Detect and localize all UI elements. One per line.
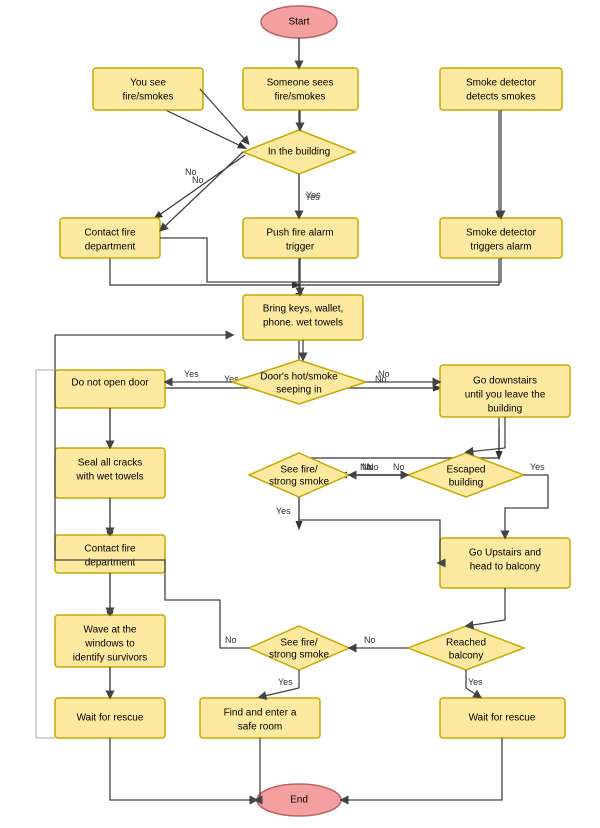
svg-text:windows to: windows to xyxy=(84,639,135,650)
do-not-open-label: Do not open door xyxy=(71,378,149,389)
see-fire2-label: See fire/ xyxy=(280,638,317,649)
svg-text:Yes: Yes xyxy=(278,677,293,687)
go-upstairs-label: Go Upstairs and xyxy=(469,548,541,559)
svg-text:trigger: trigger xyxy=(286,242,315,253)
svg-text:triggers alarm: triggers alarm xyxy=(470,242,531,253)
svg-text:detects smokes: detects smokes xyxy=(466,92,535,103)
svg-text:department: department xyxy=(85,558,136,569)
svg-text:balcony: balcony xyxy=(449,651,483,662)
someone-sees-label: Someone sees xyxy=(267,78,334,89)
wait-rescue2-label: Wait for rescue xyxy=(469,713,536,724)
svg-text:strong smoke: strong smoke xyxy=(269,477,329,488)
svg-text:Yes: Yes xyxy=(305,192,320,202)
svg-text:No: No xyxy=(225,635,237,645)
find-safe-label: Find and enter a xyxy=(224,708,297,719)
svg-text:No: No xyxy=(360,462,372,472)
contact-fd1-label: Contact fire xyxy=(84,228,136,239)
svg-text:strong smoke: strong smoke xyxy=(269,650,329,661)
reached-balcony-label: Reached xyxy=(446,638,486,649)
svg-text:seeping in: seeping in xyxy=(276,385,322,396)
svg-text:No: No xyxy=(364,635,376,645)
svg-text:head to balcony: head to balcony xyxy=(470,562,541,573)
go-downstairs-label: Go downstairs xyxy=(473,376,537,387)
svg-text:phone. wet towels: phone. wet towels xyxy=(263,318,343,329)
svg-text:department: department xyxy=(85,242,136,253)
svg-text:No: No xyxy=(192,175,204,185)
seal-cracks-label: Seal all cracks xyxy=(78,458,142,469)
svg-text:Yes: Yes xyxy=(530,462,545,472)
push-alarm-label: Push fire alarm xyxy=(266,228,333,239)
escaped-label: Escaped xyxy=(447,465,486,476)
see-fire1-label: See fire/ xyxy=(280,465,317,476)
svg-text:Yes: Yes xyxy=(276,506,291,516)
wait-rescue1-label: Wait for rescue xyxy=(77,713,144,724)
svg-text:building: building xyxy=(449,478,483,489)
svg-text:fire/smokes: fire/smokes xyxy=(274,92,325,103)
door-hot-label: Door's hot/smoke xyxy=(260,372,338,383)
svg-text:with wet towels: with wet towels xyxy=(75,472,143,483)
end-label: End xyxy=(290,795,308,806)
in-building-label: In the building xyxy=(268,147,330,158)
svg-text:until you leave the: until you leave the xyxy=(465,390,546,401)
svg-text:safe room: safe room xyxy=(238,722,282,733)
svg-text:Yes: Yes xyxy=(184,369,199,379)
bring-keys-label: Bring keys, wallet, xyxy=(263,304,344,315)
smoke-alarm-label: Smoke detector xyxy=(466,228,537,239)
svg-text:fire/smokes: fire/smokes xyxy=(122,92,173,103)
wave-windows-label: Wave at the xyxy=(84,625,137,636)
svg-text:building: building xyxy=(488,404,522,415)
start-label: Start xyxy=(288,17,309,28)
you-see-label: You see xyxy=(130,78,166,89)
svg-text:Yes: Yes xyxy=(468,677,483,687)
svg-text:identify survivors: identify survivors xyxy=(73,653,147,664)
smoke-detects-label: Smoke detector xyxy=(466,78,537,89)
svg-text:No: No xyxy=(378,369,390,379)
contact-fd2-label: Contact fire xyxy=(84,544,136,555)
